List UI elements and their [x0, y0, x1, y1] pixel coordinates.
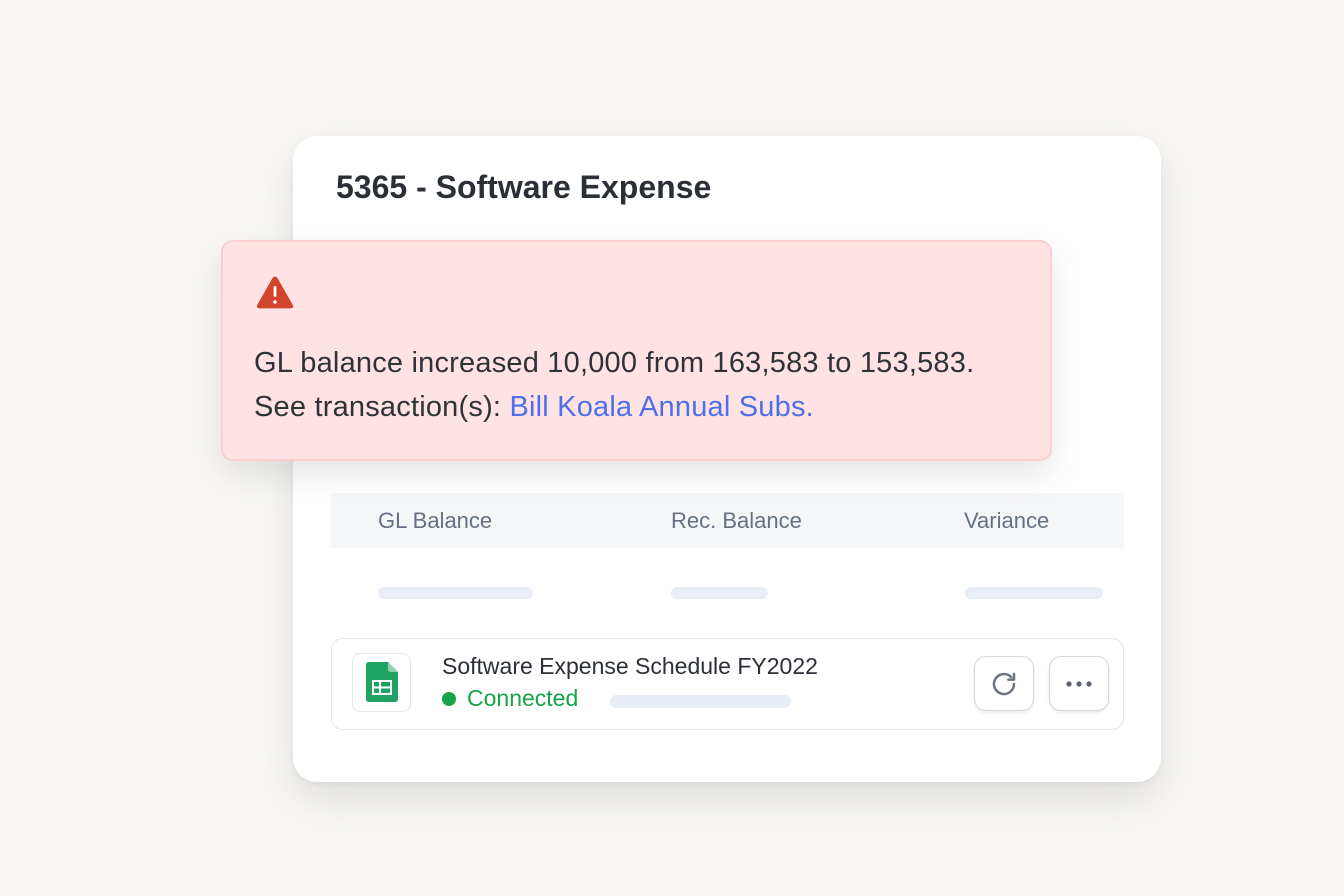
google-sheets-icon [352, 653, 411, 712]
connected-status-dot [442, 692, 456, 706]
more-horizontal-icon [1066, 680, 1092, 687]
balance-table-header: GL Balance Rec. Balance Variance [331, 493, 1124, 548]
column-header-gl-balance: GL Balance [378, 508, 493, 533]
variance-alert: GL balance increased 10,000 from 163,583… [221, 240, 1052, 461]
column-header-variance: Variance [964, 508, 1050, 533]
warning-triangle-icon [256, 276, 294, 309]
column-header-rec-balance: Rec. Balance [671, 508, 802, 533]
more-options-button[interactable] [1049, 656, 1109, 711]
connection-status: Connected [467, 685, 579, 711]
transaction-link[interactable]: Bill Koala Annual Subs. [509, 391, 813, 423]
linked-file-row: Software Expense Schedule FY2022 Connect… [331, 638, 1124, 730]
rec-balance-placeholder [671, 587, 768, 599]
gl-balance-placeholder [378, 587, 533, 599]
refresh-button[interactable] [974, 656, 1034, 711]
file-name[interactable]: Software Expense Schedule FY2022 [442, 653, 818, 680]
card-title: 5365 - Software Expense [336, 169, 712, 205]
refresh-icon [992, 672, 1016, 695]
variance-placeholder [965, 587, 1103, 599]
sync-info-placeholder [610, 695, 791, 708]
alert-message: GL balance increased 10,000 from 163,583… [254, 341, 1024, 429]
